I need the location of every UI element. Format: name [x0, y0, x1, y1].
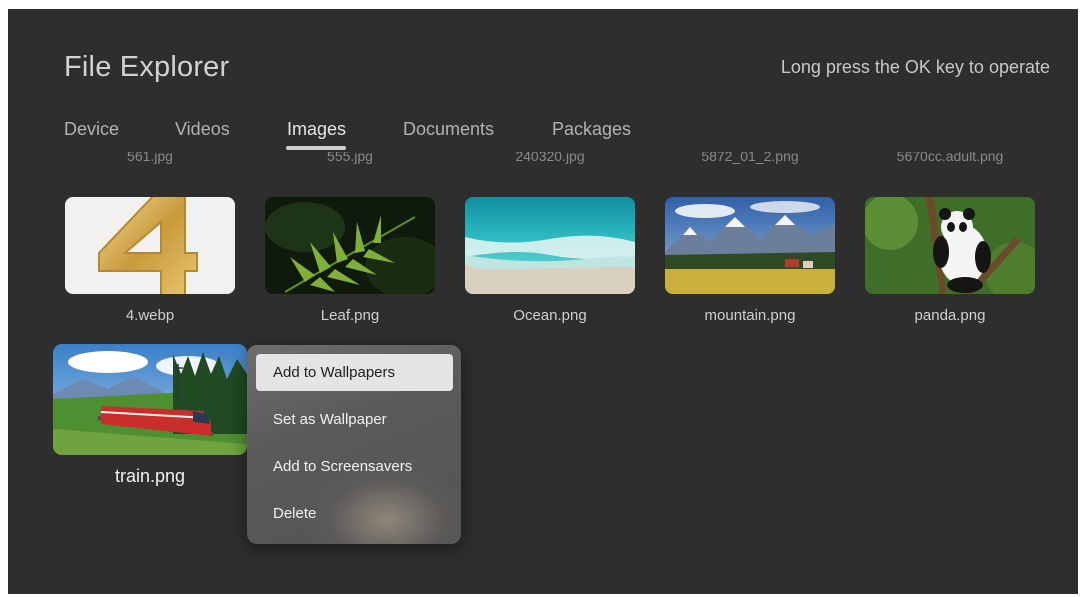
tab-device[interactable]: Device	[64, 119, 119, 140]
file-name: Ocean.png	[513, 307, 587, 324]
file-tile-panda[interactable]	[865, 197, 1035, 294]
file-tile-4-webp[interactable]	[65, 197, 235, 294]
menu-item-add-to-wallpapers[interactable]: Add to Wallpapers	[256, 354, 453, 391]
file-name: mountain.png	[704, 307, 796, 324]
active-tab-indicator	[286, 146, 346, 150]
prev-file-label: 5872_01_2.png	[701, 152, 799, 164]
train-image-icon	[53, 344, 247, 455]
tab-images[interactable]: Images	[287, 119, 346, 140]
panda-image-icon	[865, 197, 1035, 294]
file-tile-ocean[interactable]	[465, 197, 635, 294]
file-tile-train[interactable]	[53, 344, 247, 455]
file-tile-leaf[interactable]	[265, 197, 435, 294]
tab-packages[interactable]: Packages	[552, 119, 631, 140]
operation-hint: Long press the OK key to operate	[780, 57, 1050, 77]
prev-file-label: 555.jpg	[327, 152, 373, 164]
file-name: panda.png	[914, 307, 986, 324]
page-title: File Explorer	[64, 51, 230, 83]
prev-file-label: 240320.jpg	[515, 152, 585, 164]
ocean-image-icon	[465, 197, 635, 294]
tab-videos[interactable]: Videos	[175, 119, 230, 140]
number-four-image-icon	[65, 197, 235, 294]
context-menu: Add to Wallpapers Set as Wallpaper Add t…	[247, 345, 461, 544]
menu-item-delete[interactable]: Delete	[256, 495, 453, 532]
file-explorer-screen: File Explorer Long press the OK key to o…	[8, 9, 1078, 594]
menu-item-add-to-screensavers[interactable]: Add to Screensavers	[256, 448, 453, 485]
tab-documents[interactable]: Documents	[403, 119, 494, 140]
mountain-image-icon	[665, 197, 835, 294]
previous-row-labels: 561.jpg 555.jpg 240320.jpg 5872_01_2.png…	[8, 152, 1078, 166]
prev-file-label: 5670cc.adult.png	[896, 152, 1004, 164]
file-name: 4.webp	[125, 307, 175, 324]
file-tile-mountain[interactable]	[665, 197, 835, 294]
file-name-focused: train.png	[114, 466, 186, 486]
prev-file-label: 561.jpg	[127, 152, 173, 164]
file-name: Leaf.png	[320, 307, 380, 324]
menu-item-set-as-wallpaper[interactable]: Set as Wallpaper	[256, 401, 453, 438]
leaf-image-icon	[265, 197, 435, 294]
